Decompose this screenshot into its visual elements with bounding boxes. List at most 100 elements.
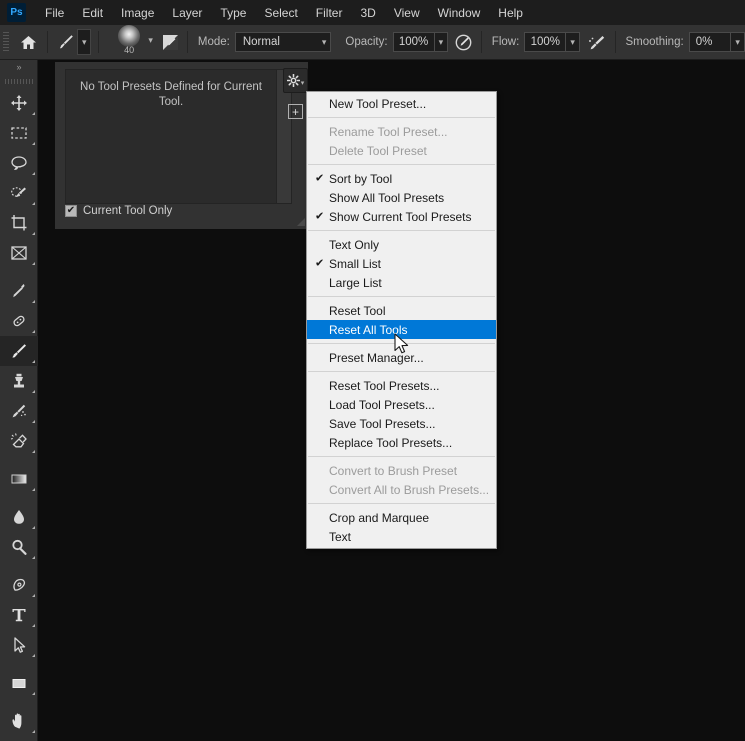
- chevron-down-icon: ▾: [735, 36, 740, 47]
- lasso-tool[interactable]: [0, 148, 38, 178]
- opacity-stepper[interactable]: ▾: [434, 32, 449, 52]
- menu-item-save-tool-presets[interactable]: Save Tool Presets...: [307, 414, 496, 433]
- menu-item-reset-all-tools[interactable]: Reset All Tools: [307, 320, 496, 339]
- tool-list: [0, 88, 38, 741]
- pen-tool[interactable]: [0, 570, 38, 600]
- menu-item-convert-to-brush-preset: Convert to Brush Preset: [307, 461, 496, 480]
- menubar-item-help[interactable]: Help: [489, 3, 532, 23]
- history-brush-tool[interactable]: [0, 396, 38, 426]
- menubar-item-view[interactable]: View: [385, 3, 429, 23]
- menu-item-show-all-tool-presets[interactable]: Show All Tool Presets: [307, 188, 496, 207]
- healing-brush-tool[interactable]: [0, 306, 38, 336]
- blend-mode-select[interactable]: Normal ▾: [234, 32, 332, 52]
- brush-tool[interactable]: [0, 336, 38, 366]
- mode-label: Mode:: [197, 36, 230, 48]
- path-arrow-icon: [14, 637, 26, 653]
- tool-preset-picker-dropdown[interactable]: ▾: [77, 29, 92, 55]
- flow-stepper[interactable]: ▾: [566, 32, 581, 52]
- path-selection-tool[interactable]: [0, 630, 38, 660]
- smoothing-input[interactable]: 0%: [688, 32, 732, 52]
- menu-item-new-tool-preset[interactable]: New Tool Preset...: [307, 94, 496, 113]
- gradient-tool[interactable]: [0, 464, 38, 494]
- tool-presets-menu-button[interactable]: ▾: [283, 68, 308, 93]
- menubar-item-image[interactable]: Image: [112, 3, 163, 23]
- smoothing-stepper[interactable]: ▾: [731, 32, 745, 52]
- menu-item-large-list[interactable]: Large List: [307, 273, 496, 292]
- blur-tool[interactable]: [0, 502, 38, 532]
- menu-item-show-current-tool-presets[interactable]: ✔ Show Current Tool Presets: [307, 207, 496, 226]
- current-tool-only-label: Current Tool Only: [83, 205, 173, 217]
- tool-group-indicator: [32, 202, 35, 205]
- menubar-item-3d[interactable]: 3D: [351, 3, 384, 23]
- options-bar-grip[interactable]: [3, 32, 10, 52]
- menu-item-convert-all-to-brush-presets: Convert All to Brush Presets...: [307, 480, 496, 499]
- menubar-item-window[interactable]: Window: [429, 3, 490, 23]
- shape-tool[interactable]: [0, 668, 38, 698]
- menu-item-text[interactable]: Text: [307, 527, 496, 546]
- menu-item-small-list[interactable]: ✔ Small List: [307, 254, 496, 273]
- options-separator-3: [187, 31, 188, 53]
- create-new-tool-preset-button[interactable]: +: [288, 104, 303, 119]
- opacity-input[interactable]: 100%: [392, 32, 435, 52]
- menu-item-preset-manager[interactable]: Preset Manager...: [307, 348, 496, 367]
- menubar-item-file[interactable]: File: [36, 3, 73, 23]
- brush-tip-preview-icon: [118, 25, 141, 47]
- rotate-view-tool[interactable]: [0, 736, 38, 741]
- type-tool[interactable]: [0, 600, 38, 630]
- brush-preset-picker[interactable]: 40: [114, 25, 144, 58]
- menu-item-text-only[interactable]: Text Only: [307, 235, 496, 254]
- tool-group-indicator: [32, 624, 35, 627]
- airbrush-icon: [589, 35, 605, 49]
- quick-selection-tool[interactable]: [0, 178, 38, 208]
- eraser-tool[interactable]: [0, 426, 38, 456]
- frame-tool[interactable]: [0, 238, 38, 268]
- tool-group-indicator: [32, 330, 35, 333]
- current-tool-button[interactable]: [55, 29, 77, 55]
- crop-tool[interactable]: [0, 208, 38, 238]
- frame-icon: [11, 246, 27, 260]
- tool-group-indicator: [32, 654, 35, 657]
- current-tool-only-checkbox[interactable]: ✔: [65, 205, 77, 217]
- menu-item-label: Convert All to Brush Presets...: [329, 482, 490, 497]
- menubar-item-edit[interactable]: Edit: [73, 3, 112, 23]
- menu-item-reset-tool-presets[interactable]: Reset Tool Presets...: [307, 376, 496, 395]
- checkmark-icon: ✔: [315, 257, 325, 269]
- menu-item-reset-tool[interactable]: Reset Tool: [307, 301, 496, 320]
- airbrush-toggle[interactable]: [587, 29, 608, 55]
- flow-input[interactable]: 100%: [524, 32, 567, 52]
- smoothing-label: Smoothing:: [625, 36, 684, 48]
- pressure-opacity-toggle[interactable]: [453, 29, 474, 55]
- current-tool-only-row[interactable]: ✔ Current Tool Only: [65, 205, 172, 217]
- brush-icon: [12, 344, 26, 358]
- dodge-tool[interactable]: [0, 532, 38, 562]
- type-t-icon: [12, 609, 26, 622]
- menu-item-replace-tool-presets[interactable]: Replace Tool Presets...: [307, 433, 496, 452]
- menubar-item-layer[interactable]: Layer: [163, 3, 211, 23]
- menu-item-label: Convert to Brush Preset: [329, 463, 458, 478]
- menu-item-crop-and-marquee[interactable]: Crop and Marquee: [307, 508, 496, 527]
- move-tool[interactable]: [0, 88, 38, 118]
- brush-picker-dropdown[interactable]: ▾: [144, 35, 157, 45]
- clone-stamp-tool[interactable]: [0, 366, 38, 396]
- tool-presets-list[interactable]: No Tool Presets Defined for Current Tool…: [65, 69, 277, 204]
- panel-resize-grip[interactable]: [297, 218, 305, 226]
- chevron-down-icon: ▾: [82, 36, 87, 47]
- brush-settings-button[interactable]: [161, 30, 180, 54]
- marquee-tool[interactable]: [0, 118, 38, 148]
- toolbar-grip[interactable]: [0, 74, 37, 88]
- menu-item-sort-by-tool[interactable]: ✔ Sort by Tool: [307, 169, 496, 188]
- menu-item-label: Rename Tool Preset...: [329, 124, 448, 139]
- eyedropper-tool[interactable]: [0, 276, 38, 306]
- tool-group-indicator: [32, 232, 35, 235]
- menubar-item-select[interactable]: Select: [255, 3, 306, 23]
- home-button[interactable]: [16, 27, 40, 57]
- menubar-item-filter[interactable]: Filter: [307, 3, 352, 23]
- menu-separator: [308, 230, 495, 231]
- brush-size-label: 40: [124, 45, 135, 55]
- hand-tool[interactable]: [0, 706, 38, 736]
- toolbar-collapse-button[interactable]: »: [0, 60, 37, 74]
- menu-item-load-tool-presets[interactable]: Load Tool Presets...: [307, 395, 496, 414]
- menu-bar: Ps File Edit Image Layer Type Select Filter 3D V…: [0, 0, 745, 25]
- menubar-item-type[interactable]: Type: [211, 3, 255, 23]
- menu-separator: [308, 117, 495, 118]
